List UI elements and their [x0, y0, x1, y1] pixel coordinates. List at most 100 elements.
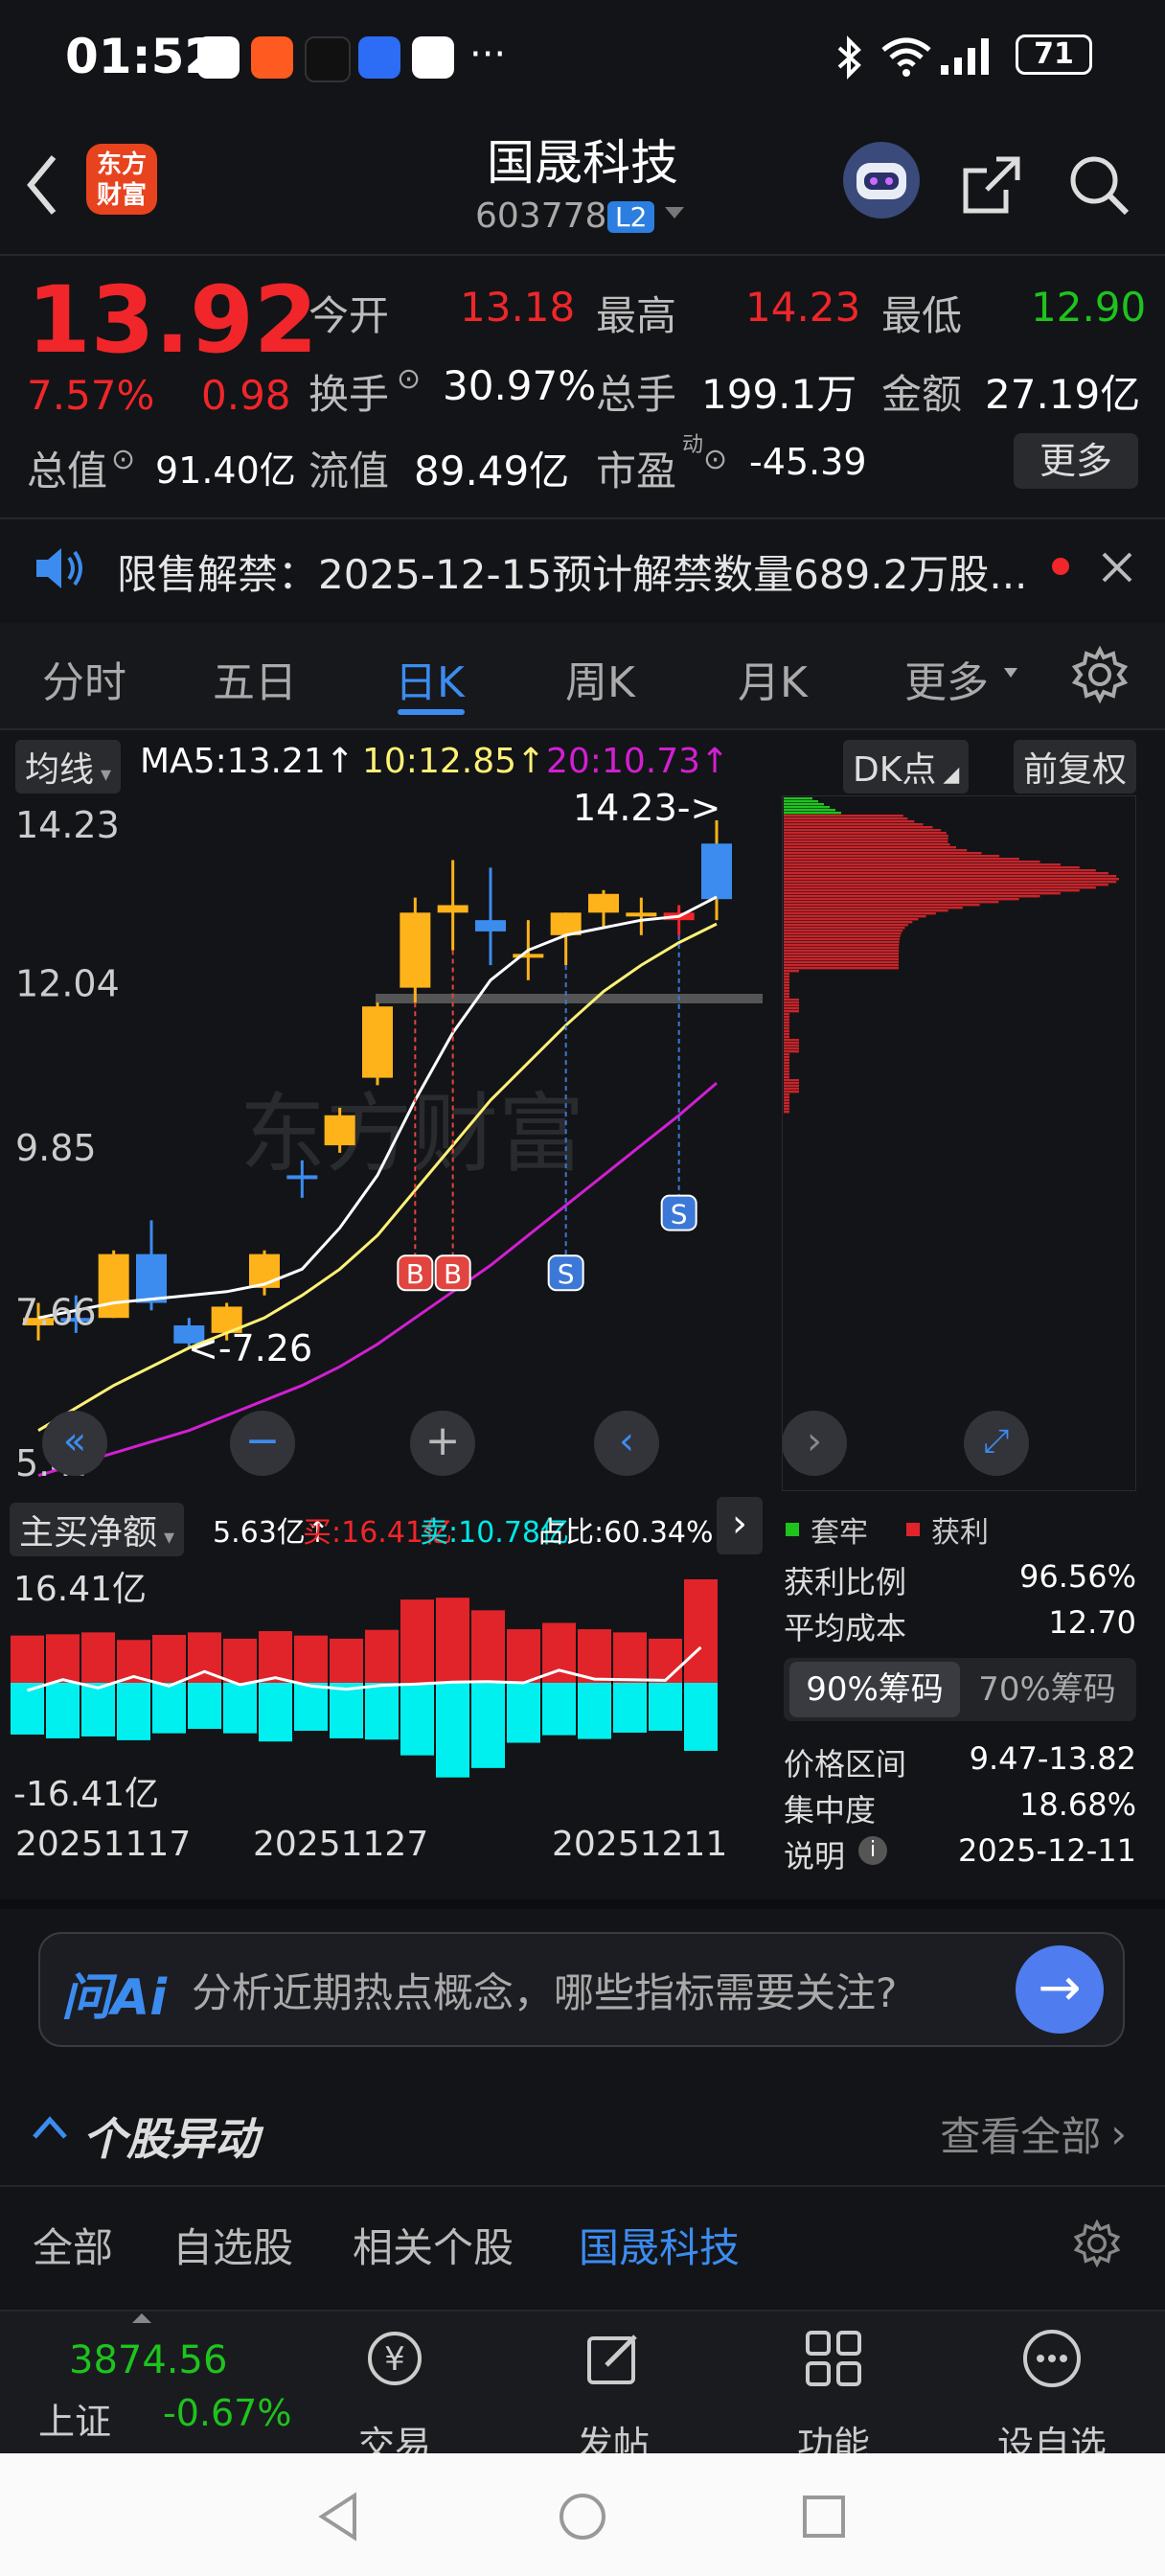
tab-weekly-k[interactable]: 周K [565, 648, 635, 709]
chip-bar [784, 930, 903, 932]
filter-watchlist[interactable]: 自选股 [172, 2216, 293, 2274]
sell-bar [46, 1683, 80, 1738]
change-percent: 7.57% [27, 372, 155, 419]
battery-icon: 71 [1016, 34, 1092, 75]
post-icon[interactable] [537, 2325, 690, 2404]
tab-70-chips[interactable]: 70%筹码 [962, 1662, 1132, 1717]
grid-icon[interactable] [757, 2325, 910, 2404]
tab-90-chips[interactable]: 90%筹码 [789, 1662, 960, 1717]
chip-bar [784, 990, 789, 993]
more-quote-button[interactable]: 更多 [1014, 433, 1138, 489]
trade-icon[interactable]: ¥ [318, 2325, 471, 2404]
candle-body [475, 920, 506, 932]
share-icon[interactable] [958, 151, 1025, 222]
view-all-link[interactable]: 查看全部 › [940, 2104, 1127, 2163]
candle-body [588, 893, 619, 913]
tab-daily-k[interactable]: 日K [395, 648, 465, 709]
indicator2-select[interactable]: 主买净额 ▾ [10, 1503, 185, 1556]
buy-bar [471, 1610, 505, 1683]
fast-backward-button[interactable]: « [42, 1411, 107, 1476]
chip-bar [784, 1096, 789, 1099]
candlestick-chart[interactable]: 东方财富 14.2312.049.857.665.47 14.23-> <-7.… [0, 790, 766, 1499]
index-change[interactable]: -0.67% [163, 2392, 291, 2434]
filter-this-stock[interactable]: 国晟科技 [579, 2216, 740, 2274]
gear-icon[interactable] [1071, 645, 1129, 707]
note-label: 说明 [784, 1838, 846, 1874]
chip-bar [784, 881, 1117, 884]
tab-five-day[interactable]: 五日 [213, 648, 297, 709]
gear-icon[interactable] [1073, 2219, 1121, 2271]
chip-bar [784, 1073, 789, 1076]
legend-profit-swatch [906, 1523, 920, 1536]
y-tick-label: 9.85 [15, 1127, 97, 1169]
max-price-annotation: 14.23-> [573, 790, 720, 829]
info-circle-icon[interactable]: ⊙ [703, 443, 727, 476]
index-value[interactable]: 3874.56 [69, 2338, 227, 2382]
chip-bar [784, 1013, 789, 1016]
nav-home-icon[interactable] [556, 2490, 609, 2547]
filter-related[interactable]: 相关个股 [353, 2216, 514, 2274]
filter-all[interactable]: 全部 [33, 2216, 113, 2274]
info-circle-icon[interactable]: ⊙ [111, 443, 135, 476]
candle-body [701, 843, 732, 900]
notice-text[interactable]: 限售解禁： 2025-12-15预计解禁数量689.2万股... [117, 542, 1027, 601]
info-circle-icon[interactable]: ⊙ [397, 362, 421, 396]
search-icon[interactable] [1065, 151, 1132, 222]
chip-bar [784, 1085, 799, 1088]
chip-bar [784, 835, 948, 838]
tab-more[interactable]: 更多 [904, 648, 989, 709]
zoom-in-button[interactable]: + [410, 1411, 475, 1476]
nav-back-icon[interactable] [312, 2490, 366, 2547]
chip-bar [784, 981, 789, 984]
ai-input[interactable]: 分析近期热点概念，哪些指标需要关注? [192, 1961, 897, 2019]
change-amount: 0.98 [201, 372, 291, 419]
chip-bar [784, 967, 900, 970]
chip-bar [784, 1033, 789, 1036]
indicator-select[interactable]: 均线 ▾ [15, 740, 122, 794]
profit-ratio-value: 96.56% [1018, 1558, 1136, 1595]
tab-intraday[interactable]: 分时 [42, 648, 126, 709]
ai-logo: 问Ai [61, 1969, 168, 2027]
net-buy-chart[interactable]: 16.41亿 -16.41亿 [0, 1558, 766, 1807]
chip-bar [784, 953, 900, 955]
app-notification-icon [197, 36, 240, 79]
low-value: 12.90 [1031, 284, 1147, 331]
section-divider [0, 1899, 1165, 1909]
tab-monthly-k[interactable]: 月K [738, 648, 808, 709]
chip-bar [784, 1076, 789, 1079]
buy-bar [613, 1632, 647, 1683]
chip-bar [784, 907, 963, 909]
index-name[interactable]: 上证 [38, 2392, 111, 2445]
chip-bar [784, 866, 1080, 869]
nav-recents-icon[interactable] [797, 2490, 851, 2547]
sell-bar [365, 1683, 399, 1740]
chevron-down-icon[interactable] [1002, 665, 1019, 683]
chip-bar [784, 904, 980, 907]
app-notification-icon [358, 36, 400, 79]
info-icon[interactable]: i [858, 1836, 887, 1865]
notice-title: 限售解禁： [117, 551, 319, 598]
chip-bar [784, 999, 799, 1001]
chevron-right-icon[interactable]: › [717, 1497, 763, 1554]
buy-bar [46, 1634, 80, 1683]
notice-content: 2025-12-15预计解禁数量689.2万股... [318, 551, 1028, 598]
more-circle-icon[interactable] [975, 2325, 1129, 2404]
chip-bar [784, 932, 902, 935]
close-icon[interactable] [1098, 548, 1136, 590]
chip-bar [784, 797, 812, 800]
expand-index-icon[interactable] [132, 2313, 151, 2323]
chevron-down-icon[interactable] [663, 203, 686, 226]
dk-point-button[interactable]: DK点 ◢ [843, 740, 970, 794]
robot-assistant-icon[interactable] [843, 142, 920, 218]
adjust-button[interactable]: 前复权 [1014, 740, 1137, 794]
buy-bar [436, 1598, 469, 1683]
send-arrow-icon[interactable]: → [1016, 1945, 1104, 2034]
zoom-out-button[interactable]: − [230, 1411, 295, 1476]
chevron-up-icon[interactable] [29, 2108, 71, 2150]
level2-badge[interactable]: L2 [607, 201, 655, 233]
low-label: 最低 [881, 292, 963, 339]
chip-bar [784, 912, 936, 915]
scroll-left-button[interactable]: ‹ [594, 1411, 659, 1476]
chip-bar [784, 1056, 789, 1059]
chip-bar [784, 1065, 789, 1068]
